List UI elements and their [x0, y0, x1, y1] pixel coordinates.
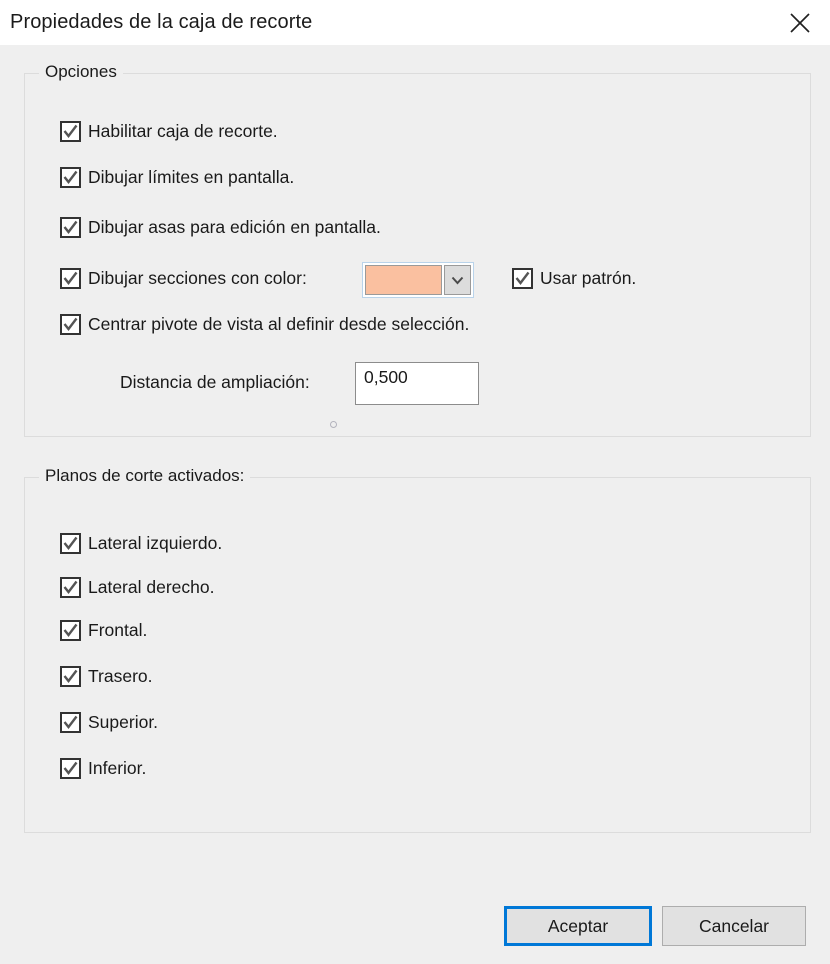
checkbox-label-right-side: Lateral derecho.: [88, 577, 215, 597]
checkbox-label-left-side: Lateral izquierdo.: [88, 533, 223, 553]
planes-groupbox: Planos de corte activados: Lateral izqui…: [24, 466, 811, 833]
checkbox-row-use-pattern[interactable]: Usar patrón.: [512, 268, 636, 289]
checkbox-row-left-side[interactable]: Lateral izquierdo.: [60, 533, 222, 554]
distance-input[interactable]: 0,500: [355, 362, 479, 405]
checkbox-row-draw-sections-color[interactable]: Dibujar secciones con color:: [60, 268, 307, 289]
checkbox-label-draw-sections-color: Dibujar secciones con color:: [88, 268, 307, 288]
checkbox-draw-handles[interactable]: [60, 217, 81, 238]
close-icon: [787, 10, 813, 36]
checkbox-row-bottom[interactable]: Inferior.: [60, 758, 146, 779]
checkbox-label-back: Trasero.: [88, 666, 153, 686]
checkbox-row-draw-handles[interactable]: Dibujar asas para edición en pantalla.: [60, 217, 381, 238]
checkbox-row-back[interactable]: Trasero.: [60, 666, 153, 687]
checkbox-row-front[interactable]: Frontal.: [60, 620, 147, 641]
checkbox-label-draw-limits: Dibujar límites en pantalla.: [88, 167, 295, 187]
distance-field-label: Distancia de ampliación:: [120, 372, 310, 392]
checkbox-draw-limits[interactable]: [60, 167, 81, 188]
options-groupbox: Opciones Habilitar caja de recorte. Dibu…: [24, 62, 811, 437]
color-swatch[interactable]: [365, 265, 442, 295]
checkbox-label-enable-clip-box: Habilitar caja de recorte.: [88, 121, 278, 141]
cancel-button[interactable]: Cancelar: [662, 906, 806, 946]
checkbox-label-front: Frontal.: [88, 620, 148, 640]
options-group-title: Opciones: [39, 62, 123, 82]
planes-group-title: Planos de corte activados:: [39, 466, 251, 486]
checkbox-row-center-pivot[interactable]: Centrar pivote de vista al definir desde…: [60, 314, 469, 335]
section-color-picker[interactable]: [362, 262, 474, 298]
checkbox-front[interactable]: [60, 620, 81, 641]
checkbox-label-use-pattern: Usar patrón.: [540, 268, 637, 288]
checkbox-row-draw-limits[interactable]: Dibujar límites en pantalla.: [60, 167, 294, 188]
distance-input-value: 0,500: [364, 367, 408, 387]
title-bar: Propiedades de la caja de recorte: [0, 0, 830, 45]
checkbox-right-side[interactable]: [60, 577, 81, 598]
checkbox-left-side[interactable]: [60, 533, 81, 554]
checkbox-label-bottom: Inferior.: [88, 758, 147, 778]
checkbox-use-pattern[interactable]: [512, 268, 533, 289]
window-title: Propiedades de la caja de recorte: [10, 11, 313, 33]
chevron-down-icon[interactable]: [444, 265, 471, 295]
checkbox-label-center-pivot: Centrar pivote de vista al definir desde…: [88, 314, 470, 334]
checkbox-bottom[interactable]: [60, 758, 81, 779]
checkbox-top[interactable]: [60, 712, 81, 733]
accept-button[interactable]: Aceptar: [504, 906, 652, 946]
checkbox-label-draw-handles: Dibujar asas para edición en pantalla.: [88, 217, 381, 237]
checkbox-back[interactable]: [60, 666, 81, 687]
checkbox-enable-clip-box[interactable]: [60, 121, 81, 142]
checkbox-draw-sections-color[interactable]: [60, 268, 81, 289]
checkbox-center-pivot[interactable]: [60, 314, 81, 335]
close-button[interactable]: [770, 0, 830, 45]
resize-grip-marker: [330, 421, 337, 428]
checkbox-row-right-side[interactable]: Lateral derecho.: [60, 577, 214, 598]
checkbox-label-top: Superior.: [88, 712, 159, 732]
checkbox-row-enable-clip-box[interactable]: Habilitar caja de recorte.: [60, 121, 278, 142]
checkbox-row-top[interactable]: Superior.: [60, 712, 158, 733]
